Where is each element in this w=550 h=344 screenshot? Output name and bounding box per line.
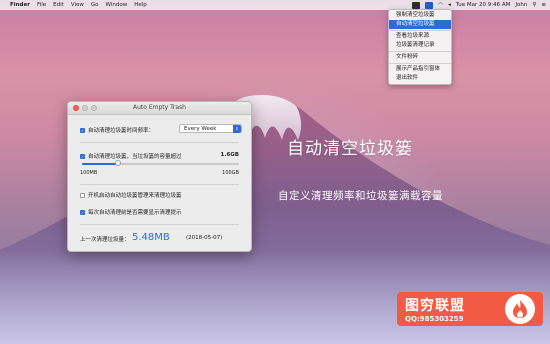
divider bbox=[80, 224, 239, 225]
capacity-row: ✓ 自动清理垃圾篓，当垃圾篓的容量超过 bbox=[80, 152, 182, 160]
user-menu[interactable]: John bbox=[515, 2, 527, 8]
trash-app-tray-icon[interactable] bbox=[425, 1, 434, 9]
startup-checkbox[interactable] bbox=[80, 192, 85, 198]
frequency-checkbox[interactable]: ✓ bbox=[80, 127, 85, 133]
tray-app-icon[interactable] bbox=[412, 1, 421, 9]
menu-file[interactable]: File bbox=[37, 2, 46, 8]
window-titlebar[interactable]: Auto Empty Trash bbox=[68, 102, 251, 115]
capacity-value: 1.6GB bbox=[220, 152, 239, 158]
frequency-select[interactable]: Every Week ⇕ bbox=[179, 124, 242, 133]
slider-max-label: 100GB bbox=[222, 170, 239, 176]
watermark-badge: 图穷联盟 QQ:985303259 bbox=[397, 292, 543, 334]
last-cleanup-label: 上一次清理垃圾量： bbox=[80, 237, 130, 243]
list-icon[interactable]: ≡ bbox=[541, 2, 546, 8]
menu-item-product-guide[interactable]: 展示产品指引窗体 bbox=[389, 65, 451, 74]
prompt-checkbox[interactable]: ✓ bbox=[80, 209, 85, 215]
menu-item-clean-history[interactable]: 垃圾篓清理记录 bbox=[389, 41, 451, 50]
prompt-row: ✓ 每次自动清理前是否需要显示清理提示 bbox=[80, 208, 182, 216]
capacity-slider[interactable] bbox=[82, 160, 239, 166]
hero-subtitle: 自定义清理频率和垃圾篓满载容量 bbox=[278, 190, 443, 202]
menu-separator bbox=[389, 63, 451, 64]
last-cleanup-size: 5.48MB bbox=[132, 232, 170, 243]
menu-window[interactable]: Window bbox=[106, 2, 128, 8]
auto-empty-trash-window: Auto Empty Trash ✓ 自动清理垃圾篓时间频率： Every We… bbox=[67, 101, 252, 252]
window-title: Auto Empty Trash bbox=[133, 104, 186, 111]
hero-title: 自动清空垃圾篓 bbox=[287, 139, 413, 159]
menu-view[interactable]: View bbox=[71, 2, 84, 8]
frequency-row: ✓ 自动清理垃圾篓时间频率： bbox=[80, 126, 154, 134]
frequency-label: 自动清理垃圾篓时间频率： bbox=[88, 128, 155, 134]
menu-bar: Finder File Edit View Go Window Help ◠ ◂… bbox=[0, 0, 550, 10]
divider bbox=[80, 184, 239, 185]
volume-icon[interactable]: ◂ bbox=[448, 2, 451, 8]
menu-item-trash-source[interactable]: 查看垃圾来源 bbox=[389, 32, 451, 41]
menu-item-force-empty[interactable]: 强制清空垃圾篓 bbox=[389, 11, 451, 20]
slider-fill bbox=[82, 163, 119, 165]
search-icon[interactable]: ⚲ bbox=[532, 2, 536, 8]
divider bbox=[80, 142, 239, 143]
menu-help[interactable]: Help bbox=[134, 2, 147, 8]
slider-min-label: 100MB bbox=[80, 170, 98, 176]
capacity-label: 自动清理垃圾篓，当垃圾篓的容量超过 bbox=[88, 154, 182, 160]
menu-go[interactable]: Go bbox=[91, 2, 99, 8]
menu-finder[interactable]: Finder bbox=[10, 2, 30, 8]
capacity-checkbox[interactable]: ✓ bbox=[80, 153, 85, 159]
watermark-title: 图穷联盟 bbox=[405, 298, 465, 314]
frequency-select-value: Every Week bbox=[184, 126, 217, 132]
menu-item-auto-empty[interactable]: 自动清空垃圾篓 bbox=[389, 20, 451, 29]
last-cleanup-date: (2018-05-07) bbox=[186, 235, 223, 241]
watermark-qq: QQ:985303259 bbox=[405, 315, 464, 323]
menu-separator bbox=[389, 51, 451, 52]
menu-item-file-shredder[interactable]: 文件粉碎 bbox=[389, 53, 451, 62]
flame-logo-icon bbox=[505, 294, 535, 324]
chevron-updown-icon: ⇕ bbox=[233, 125, 241, 133]
wifi-icon[interactable]: ◠ bbox=[438, 2, 443, 8]
slider-knob[interactable] bbox=[115, 160, 122, 166]
prompt-label: 每次自动清理前是否需要显示清理提示 bbox=[88, 210, 182, 216]
tray-dropdown-menu: 强制清空垃圾篓 自动清空垃圾篓 查看垃圾来源 垃圾篓清理记录 文件粉碎 展示产品… bbox=[388, 9, 452, 85]
clock[interactable]: Tue Mar 20 9:46 AM bbox=[456, 2, 511, 8]
startup-row: 开机启动自动垃圾篓管理来清理垃圾篓 bbox=[80, 191, 182, 199]
menu-item-quit[interactable]: 退出软件 bbox=[389, 74, 451, 83]
startup-label: 开机启动自动垃圾篓管理来清理垃圾篓 bbox=[88, 193, 182, 199]
menu-separator bbox=[389, 30, 451, 31]
menu-edit[interactable]: Edit bbox=[53, 2, 64, 8]
